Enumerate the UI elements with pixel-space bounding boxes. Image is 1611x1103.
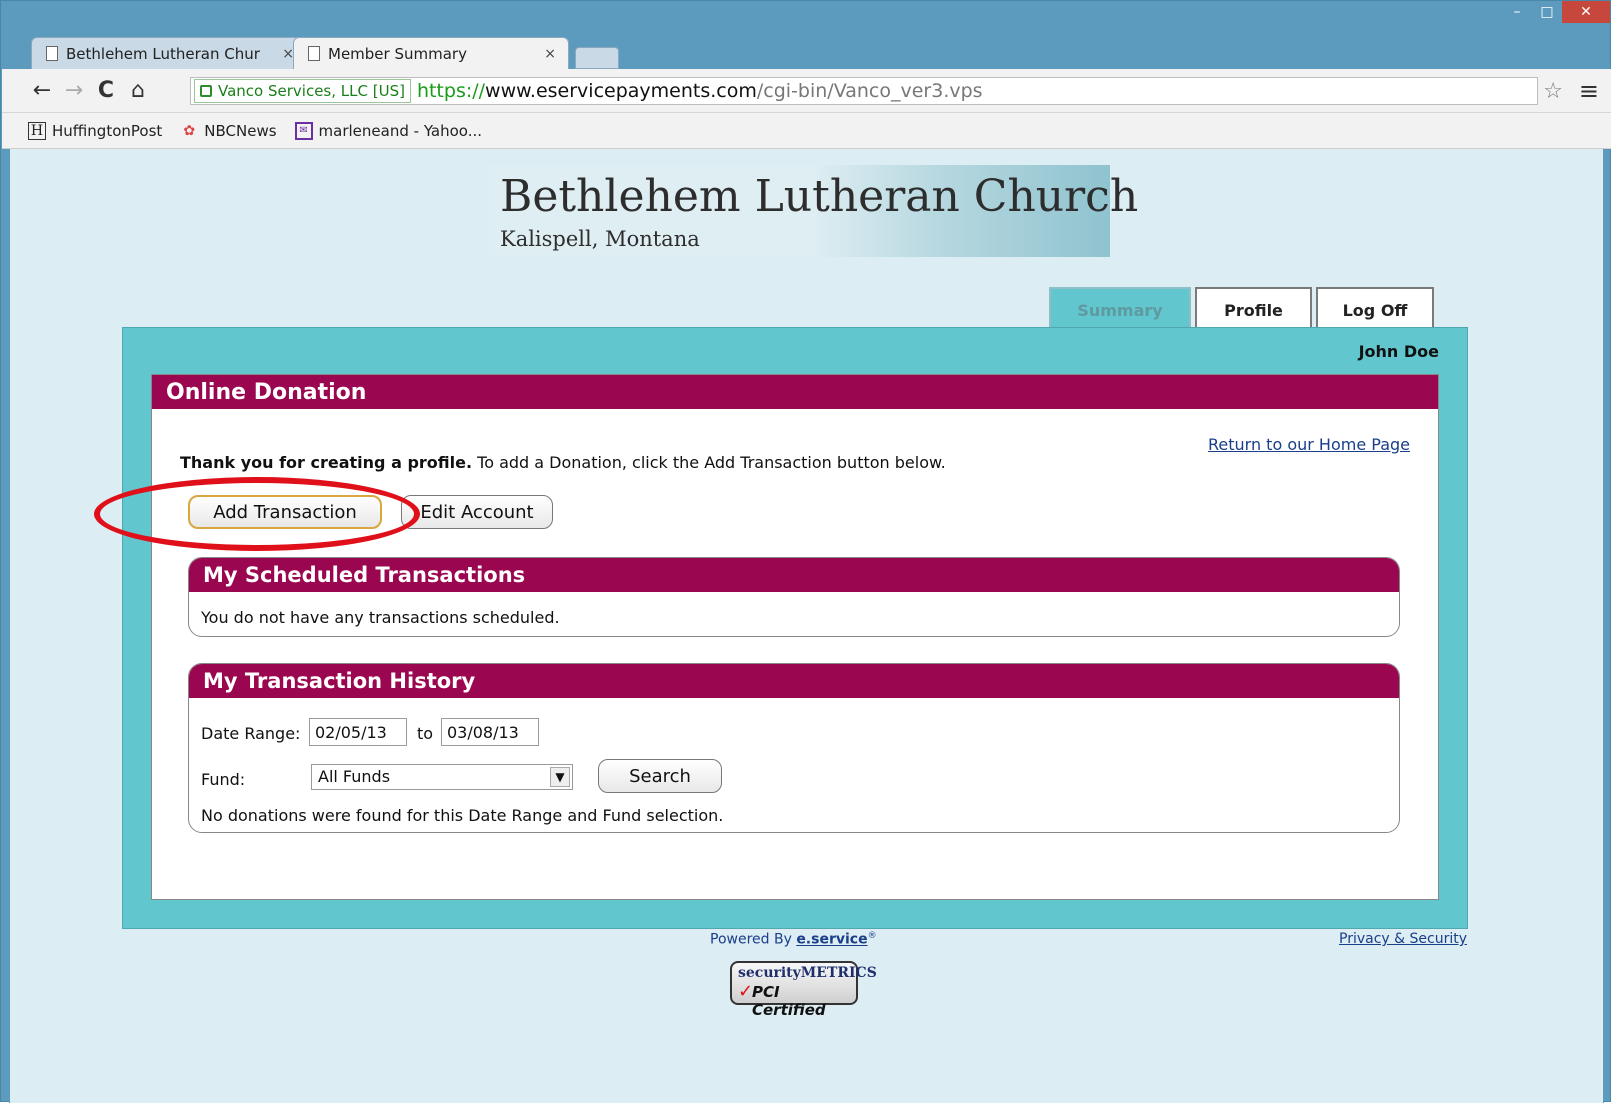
privacy-security-link[interactable]: Privacy & Security	[1339, 931, 1467, 947]
panel-title: Online Donation	[152, 375, 1438, 409]
home-icon[interactable]: ⌂	[122, 78, 154, 103]
badge-bottom-text: PCI Certified	[752, 983, 826, 1019]
maximize-button[interactable]: □	[1532, 1, 1562, 23]
url-scheme: https://	[416, 80, 486, 102]
history-message: No donations were found for this Date Ra…	[201, 806, 724, 825]
thanks-rest: To add a Donation, click the Add Transac…	[472, 453, 946, 472]
page-icon	[46, 46, 58, 61]
bookmark-yahoo-mail[interactable]: ✉ marleneand - Yahoo...	[294, 121, 483, 140]
tab-close-icon[interactable]: ×	[544, 46, 556, 62]
highlight-circle	[94, 477, 420, 551]
tab-title: Member Summary	[328, 44, 467, 63]
bookmark-label: marleneand - Yahoo...	[318, 121, 483, 140]
url-text: https://www.eservicepayments.com/cgi-bin…	[417, 80, 983, 102]
bookmark-star-icon[interactable]: ☆	[1543, 79, 1563, 104]
scheduled-message: You do not have any transactions schedul…	[201, 608, 560, 627]
url-host: www.eservicepayments.com	[485, 80, 757, 102]
content-frame: John Doe Online Donation Return to our H…	[94, 327, 1468, 929]
ev-label: Vanco Services, LLC [US]	[218, 82, 405, 100]
close-window-button[interactable]: ✕	[1562, 1, 1610, 23]
bookmarks-bar: H HuffingtonPost ✿ NBCNews ✉ marleneand …	[2, 113, 1611, 149]
address-bar[interactable]: Vanco Services, LLC [US] https://www.ese…	[190, 77, 1538, 105]
eservice-link[interactable]: e.service	[796, 932, 867, 948]
back-icon[interactable]: ←	[26, 78, 58, 103]
menu-icon[interactable]: ≡	[1579, 77, 1599, 105]
tab-title: Bethlehem Lutheran Chur	[66, 44, 260, 63]
checkmark-icon: ✓	[738, 981, 754, 1002]
church-city: Kalispell, Montana	[500, 227, 700, 251]
church-banner: Bethlehem Lutheran Church Kalispell, Mon…	[488, 165, 1138, 257]
bookmark-nbcnews[interactable]: ✿ NBCNews	[180, 122, 276, 140]
date-range-label: Date Range:	[201, 724, 301, 743]
badge-top-text: securityMETRICS	[738, 965, 877, 981]
browser-window: – □ ✕ Bethlehem Lutheran Chur × Member S…	[0, 0, 1611, 1103]
window-controls: – □ ✕	[1502, 1, 1610, 27]
tab-profile[interactable]: Profile	[1195, 287, 1312, 331]
bookmark-label: NBCNews	[204, 121, 277, 140]
reload-icon[interactable]: C	[90, 78, 122, 103]
return-home-link[interactable]: Return to our Home Page	[1208, 435, 1410, 454]
pci-certified-badge[interactable]: securityMETRICS ✓ PCI Certified	[730, 961, 877, 1019]
browser-tab-church[interactable]: Bethlehem Lutheran Chur ×	[31, 37, 307, 69]
url-path: /cgi-bin/Vanco_ver3.vps	[756, 80, 983, 102]
registered-mark: ®	[867, 931, 877, 941]
page-icon	[308, 46, 320, 61]
transaction-history-box: My Transaction History Date Range: to Fu…	[188, 663, 1400, 833]
tab-log-off[interactable]: Log Off	[1316, 287, 1434, 331]
powered-prefix: Powered By	[710, 931, 797, 948]
browser-toolbar: ← → C ⌂ Vanco Services, LLC [US] https:/…	[2, 69, 1611, 113]
scheduled-transactions-box: My Scheduled Transactions You do not hav…	[188, 557, 1400, 637]
user-name: John Doe	[1358, 342, 1439, 361]
forward-icon[interactable]: →	[58, 78, 90, 103]
ev-certificate-badge[interactable]: Vanco Services, LLC [US]	[194, 79, 411, 103]
to-label: to	[417, 724, 434, 743]
fund-select[interactable]: All Funds ▼	[311, 764, 573, 790]
browser-tab-strip: Bethlehem Lutheran Chur × Member Summary…	[31, 35, 619, 69]
site-nav-tabs: Summary Profile Log Off	[1049, 287, 1434, 331]
online-donation-panel: Online Donation Return to our Home Page …	[94, 374, 1439, 900]
bookmark-label: HuffingtonPost	[52, 121, 163, 140]
edit-account-button[interactable]: Edit Account	[401, 495, 553, 529]
nbc-peacock-icon: ✿	[183, 122, 196, 139]
minimize-button[interactable]: –	[1502, 1, 1532, 23]
fund-label: Fund:	[201, 770, 246, 789]
fund-selected-value: All Funds	[318, 767, 391, 786]
chevron-down-icon[interactable]: ▼	[550, 767, 570, 787]
huffingtonpost-icon: H	[28, 121, 46, 140]
powered-by: Powered By e.service®	[710, 931, 877, 948]
browser-tab-member-summary[interactable]: Member Summary ×	[293, 37, 569, 69]
thanks-bold: Thank you for creating a profile.	[180, 453, 473, 472]
new-tab-button[interactable]	[575, 47, 619, 69]
instructions-text: Thank you for creating a profile. To add…	[180, 453, 946, 472]
scheduled-title: My Scheduled Transactions	[189, 558, 1399, 592]
bookmark-huffingtonpost[interactable]: H HuffingtonPost	[28, 121, 163, 140]
date-from-field[interactable]	[309, 718, 407, 746]
web-page: Bethlehem Lutheran Church Kalispell, Mon…	[9, 149, 1604, 1103]
tab-summary[interactable]: Summary	[1049, 287, 1191, 331]
history-title: My Transaction History	[189, 664, 1399, 698]
lock-icon	[200, 85, 212, 97]
mail-icon: ✉	[294, 121, 313, 140]
search-button[interactable]: Search	[598, 759, 722, 793]
date-to-field[interactable]	[441, 718, 539, 746]
church-name: Bethlehem Lutheran Church	[500, 171, 1139, 222]
